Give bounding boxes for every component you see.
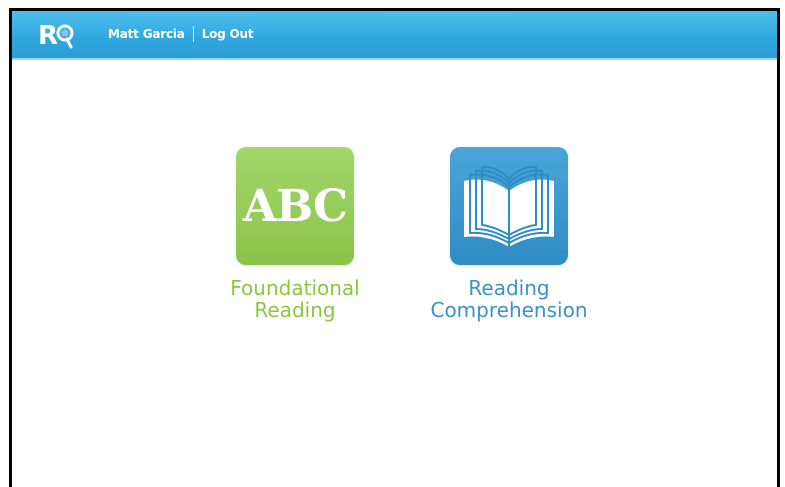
user-nav: Matt Garcia Log Out — [108, 25, 254, 43]
logout-link[interactable]: Log Out — [202, 27, 254, 41]
app-window: R Matt Garcia Log Out ABC Foundational R… — [9, 8, 780, 487]
tile-label-line: Reading — [254, 298, 336, 322]
tile-label-reading-comprehension[interactable]: Reading Comprehension — [430, 277, 587, 321]
open-book-icon[interactable] — [450, 147, 568, 265]
user-name-link[interactable]: Matt Garcia — [108, 27, 185, 41]
tile-foundational-reading[interactable]: ABC Foundational Reading — [195, 147, 395, 321]
open-book-graphic — [464, 165, 554, 247]
tile-label-line: Comprehension — [430, 298, 588, 322]
app-logo[interactable]: R — [38, 20, 78, 51]
nav-divider — [192, 26, 194, 42]
abc-icon-text: ABC — [242, 180, 348, 232]
top-header-bar: R Matt Garcia Log Out — [12, 11, 777, 60]
tile-label-line: Foundational — [230, 276, 360, 300]
tile-reading-comprehension[interactable]: Reading Comprehension — [409, 147, 609, 321]
logo-icon: R — [38, 21, 74, 51]
svg-text:R: R — [38, 21, 58, 50]
tile-label-foundational-reading[interactable]: Foundational Reading — [230, 277, 359, 321]
tile-label-line: Reading — [468, 276, 550, 300]
abc-icon[interactable]: ABC — [236, 147, 354, 265]
